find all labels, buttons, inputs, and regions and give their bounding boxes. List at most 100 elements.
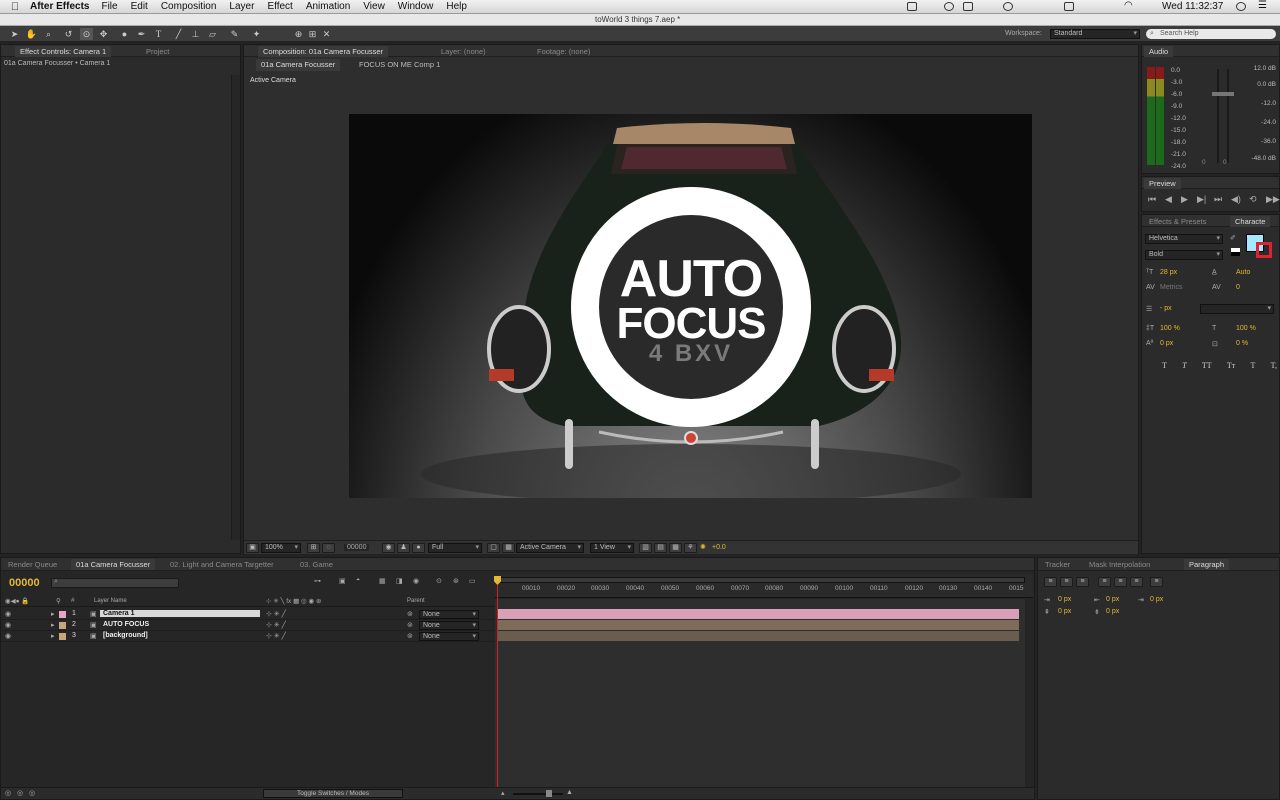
layer-label-color[interactable] bbox=[59, 622, 66, 629]
layer-name[interactable]: AUTO FOCUS bbox=[103, 621, 149, 628]
rotate-tool-icon[interactable]: ↺ bbox=[62, 28, 75, 40]
layer-label-color[interactable] bbox=[59, 611, 66, 618]
comp-subtab-focus-on-me[interactable]: FOCUS ON ME Comp 1 bbox=[354, 59, 445, 71]
layer-row[interactable]: ◉ ▸ 3 ▣ [background] ⊹ ✳ ╱ ⊚ None bbox=[1, 631, 494, 642]
expand-time-stretch-icon[interactable]: ◎ bbox=[29, 789, 35, 797]
baseline-shift-value[interactable]: 0 px bbox=[1160, 340, 1173, 347]
expand-transfer-controls-icon[interactable]: ◎ bbox=[17, 789, 23, 797]
camera-status-icon[interactable] bbox=[907, 2, 917, 11]
timeline-zoom-slider[interactable] bbox=[513, 793, 563, 795]
timeline-timecode[interactable]: 00000 bbox=[9, 577, 40, 589]
layer-switches-icons[interactable]: ⊹ ✳ ╱ bbox=[266, 632, 286, 640]
auto-keyframe-icon[interactable]: ⊛ bbox=[453, 577, 459, 585]
faux-bold-button[interactable]: T bbox=[1162, 361, 1167, 370]
parent-dropdown[interactable]: None bbox=[419, 632, 479, 641]
menu-window[interactable]: Window bbox=[398, 1, 434, 12]
indent-right-value[interactable]: 0 px bbox=[1106, 596, 1119, 603]
visibility-eye-icon[interactable]: ◉ bbox=[5, 621, 11, 629]
frame-blending-icon[interactable]: ▦ bbox=[379, 577, 386, 585]
search-icon[interactable] bbox=[1236, 2, 1246, 11]
graph-editor-icon[interactable]: ⊙ bbox=[436, 577, 442, 585]
hand-tool-icon[interactable]: ✋ bbox=[25, 28, 38, 40]
composition-viewer[interactable]: AUTO FOCUS 4 BXV bbox=[349, 114, 1032, 498]
selection-tool-icon[interactable]: ➤ bbox=[8, 28, 21, 40]
parent-header[interactable]: Parent bbox=[407, 598, 425, 604]
faux-italic-button[interactable]: T bbox=[1182, 361, 1186, 370]
always-preview-icon[interactable]: ▣ bbox=[246, 543, 259, 553]
battery-icon[interactable] bbox=[1064, 2, 1074, 11]
twirl-arrow-icon[interactable]: ▸ bbox=[51, 632, 55, 640]
list-icon[interactable]: ☰ bbox=[1258, 0, 1268, 11]
ram-preview-icon[interactable]: ▶▶ bbox=[1266, 194, 1280, 205]
workspace-dropdown[interactable]: Standard bbox=[1050, 29, 1140, 39]
transparency-grid-icon[interactable]: ▦ bbox=[502, 543, 515, 553]
work-area-bar[interactable] bbox=[497, 577, 1025, 583]
parent-pickwhip-icon[interactable]: ⊚ bbox=[407, 632, 413, 640]
tab-composition[interactable]: Composition: 01a Camera Focusser bbox=[258, 46, 389, 57]
shape-tool-icon[interactable]: ● bbox=[118, 28, 131, 40]
justify-all-icon[interactable]: ≡ bbox=[1150, 577, 1163, 587]
grid-guides-icon[interactable]: ⊞ bbox=[307, 543, 320, 553]
show-snapshot-icon[interactable]: ♟ bbox=[397, 543, 410, 553]
wifi-icon[interactable]: ◠ bbox=[1124, 0, 1134, 11]
align-left-icon[interactable]: ≡ bbox=[1044, 577, 1057, 587]
indent-left-value[interactable]: 0 px bbox=[1058, 596, 1071, 603]
comp-mini-flowchart-icon[interactable]: ▣ bbox=[339, 577, 346, 585]
subscript-button[interactable]: T, bbox=[1271, 361, 1277, 370]
tab-effect-controls[interactable]: Effect Controls: Camera 1 bbox=[15, 46, 112, 57]
layer-bar-background[interactable] bbox=[497, 631, 1019, 641]
roto-brush-tool-icon[interactable]: ✎ bbox=[228, 28, 241, 40]
space-after-value[interactable]: 0 px bbox=[1106, 608, 1119, 615]
twirl-arrow-icon[interactable]: ▸ bbox=[51, 621, 55, 629]
tab-render-queue[interactable]: Render Queue bbox=[3, 559, 62, 570]
parent-pickwhip-icon[interactable]: ⊚ bbox=[407, 621, 413, 629]
layer-row[interactable]: ◉ ▸ 2 ▣ AUTO FOCUS ⊹ ✳ ╱ ⊚ None bbox=[1, 620, 494, 631]
comp-subtab-camera-focusser[interactable]: 01a Camera Focusser bbox=[256, 59, 341, 71]
zoom-in-icon[interactable]: ▲ bbox=[566, 789, 573, 796]
last-frame-icon[interactable]: ⏭ bbox=[1214, 194, 1222, 205]
draft-3d-icon[interactable]: ⊶ bbox=[314, 577, 321, 585]
type-tool-icon[interactable]: T bbox=[152, 28, 165, 40]
layer-row[interactable]: ◉ ▸ 1 ▣ Camera 1 ⊹ ✳ ╱ ⊚ None bbox=[1, 609, 494, 620]
stroke-width-value[interactable]: - px bbox=[1160, 305, 1172, 312]
fast-previews-icon[interactable]: ▤ bbox=[654, 543, 667, 553]
search-help-input[interactable]: ⌕ Search Help bbox=[1146, 29, 1276, 39]
kerning-value[interactable]: Metrics bbox=[1160, 284, 1183, 291]
tab-audio[interactable]: Audio bbox=[1144, 46, 1174, 57]
play-icon[interactable]: ▶ bbox=[1181, 194, 1188, 205]
channel-icon[interactable]: ● bbox=[412, 543, 425, 553]
prev-frame-icon[interactable]: ◀ bbox=[1165, 194, 1172, 205]
pen-tool-icon[interactable]: ✒ bbox=[135, 28, 148, 40]
layer-name[interactable]: [background] bbox=[103, 632, 148, 639]
tab-project[interactable]: Project bbox=[141, 46, 174, 57]
tab-preview[interactable]: Preview bbox=[1144, 178, 1181, 189]
layer-bar-camera-1[interactable] bbox=[497, 609, 1019, 619]
eraser-tool-icon[interactable]: ▱ bbox=[206, 28, 219, 40]
apple-icon[interactable]:  bbox=[0, 1, 30, 13]
clone-tool-icon[interactable]: ⊥ bbox=[189, 28, 202, 40]
viewer-timecode[interactable]: 00000 bbox=[344, 544, 370, 551]
menu-edit[interactable]: Edit bbox=[131, 1, 148, 12]
region-of-interest-icon[interactable]: ▢ bbox=[487, 543, 500, 553]
mask-visibility-icon[interactable]: ◌ bbox=[322, 543, 335, 553]
indent-first-line-value[interactable]: 0 px bbox=[1150, 596, 1163, 603]
time-ruler[interactable]: 00010 00020 00030 00040 00050 00060 0007… bbox=[495, 574, 1033, 598]
twirl-arrow-icon[interactable]: ▸ bbox=[51, 610, 55, 618]
tab-mask-interpolation[interactable]: Mask Interpolation bbox=[1084, 559, 1155, 570]
justify-center-icon[interactable]: ≡ bbox=[1114, 577, 1127, 587]
zoom-out-icon[interactable]: ▴ bbox=[501, 789, 505, 797]
layer-bar-auto-focus[interactable] bbox=[497, 620, 1019, 630]
resolution-dropdown[interactable]: Full bbox=[428, 543, 482, 553]
snapshot-icon[interactable]: ◉ bbox=[382, 543, 395, 553]
timeline-search-input[interactable]: ⌕ bbox=[51, 578, 179, 588]
magnification-dropdown[interactable]: 100% bbox=[261, 543, 301, 553]
puppet-tool-icon[interactable]: ✦ bbox=[250, 28, 263, 40]
justify-left-icon[interactable]: ≡ bbox=[1098, 577, 1111, 587]
audio-preview-icon[interactable]: ◀) bbox=[1231, 194, 1241, 205]
vertical-scale-value[interactable]: 100 % bbox=[1160, 325, 1180, 332]
timeline-scrollbar[interactable] bbox=[1025, 599, 1034, 789]
parent-pickwhip-icon[interactable]: ⊚ bbox=[407, 610, 413, 618]
toggle-pixel-aspect-icon[interactable]: ▥ bbox=[639, 543, 652, 553]
axis-mode-view-icon[interactable]: ✕ bbox=[320, 28, 333, 40]
menu-app-name[interactable]: After Effects bbox=[30, 1, 89, 12]
